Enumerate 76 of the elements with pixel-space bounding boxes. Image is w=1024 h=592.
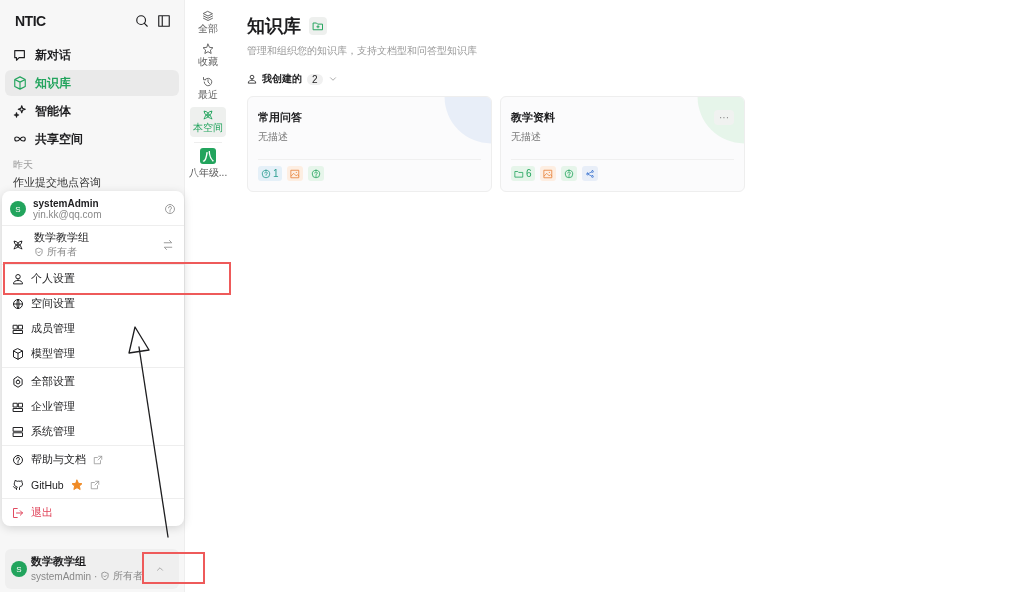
folder-plus-icon — [312, 20, 324, 32]
card-description: 无描述 — [511, 130, 542, 144]
help-icon[interactable] — [164, 203, 176, 215]
rail-tab[interactable]: 最近 — [195, 74, 221, 104]
user-name: systemAdmin — [33, 198, 99, 209]
server-icon — [12, 425, 24, 438]
cube-icon — [12, 347, 24, 360]
github-icon — [12, 478, 24, 491]
tag-count: 6 — [526, 168, 532, 179]
page-title: 知识库 — [247, 15, 301, 38]
menu-item[interactable]: 空间设置 — [2, 291, 184, 316]
role-label: 所有者 — [47, 245, 77, 259]
role-label: 所有者 — [113, 569, 144, 583]
page-subtitle: 管理和组织您的知识库，支持文档型和问答型知识库 — [247, 44, 478, 58]
user-email: yin.kk@qq.com — [33, 209, 102, 220]
chevron-down-icon[interactable] — [327, 74, 338, 84]
nav-item[interactable]: 共享空间 — [5, 126, 179, 152]
filter-label[interactable]: 我创建的 — [262, 72, 302, 86]
separator: · — [94, 570, 98, 582]
menu-item[interactable]: 成员管理 — [2, 316, 184, 341]
question-icon — [261, 168, 271, 179]
menu-item[interactable]: 模型管理 — [2, 341, 184, 366]
nav-item[interactable]: 新对话 — [5, 42, 179, 68]
team-icon — [12, 400, 24, 413]
team-icon — [12, 322, 24, 335]
menu-item[interactable]: 退出 — [2, 500, 184, 525]
atom-icon — [202, 109, 214, 121]
sparkle-icon — [13, 104, 27, 118]
avatar: S — [10, 201, 26, 217]
shield-icon — [34, 247, 44, 257]
highlight-box — [142, 552, 205, 584]
star-icon — [202, 43, 214, 55]
globe-icon — [12, 297, 24, 310]
account-bar[interactable]: S 数学教学组 systemAdmin · 所有者 — [5, 549, 179, 589]
menu-item[interactable]: 企业管理 — [2, 394, 184, 419]
avatar: S — [11, 561, 27, 577]
space-name: 数学教学组 — [31, 555, 87, 569]
sidebar-toggle-icon[interactable] — [157, 14, 171, 28]
layers-icon — [202, 10, 214, 22]
card-description: 无描述 — [258, 130, 289, 144]
menu-item[interactable]: GitHub — [2, 472, 184, 497]
space-label: 八年级... — [188, 166, 228, 180]
menu-item[interactable]: 个人设置 — [2, 266, 184, 291]
card-title: 教学资料 — [511, 109, 555, 125]
space-name[interactable]: 数学教学组 — [34, 231, 89, 245]
cube-icon — [13, 76, 27, 90]
menu-item[interactable]: 全部设置 — [2, 369, 184, 394]
search-icon[interactable] — [135, 14, 149, 28]
user-icon — [12, 272, 24, 285]
nav-item[interactable]: 智能体 — [5, 98, 179, 124]
settings-icon — [12, 375, 24, 388]
logout-icon — [12, 506, 24, 519]
switch-icon[interactable] — [162, 239, 174, 251]
folder-icon — [514, 168, 524, 179]
menu-item[interactable]: 系统管理 — [2, 419, 184, 444]
section-heading: 昨天 — [12, 158, 34, 172]
history-item[interactable]: 作业提交地点咨询 — [5, 174, 179, 191]
shield-icon — [100, 571, 111, 581]
star-icon — [70, 478, 83, 491]
tag-count: 1 — [273, 168, 279, 179]
rail-tab[interactable]: 全部 — [195, 8, 221, 38]
logo: NTIC — [15, 13, 46, 29]
count-badge: 2 — [307, 73, 323, 85]
history-icon — [202, 76, 214, 88]
help-icon — [12, 453, 24, 466]
user-icon — [247, 74, 257, 84]
atom-icon — [12, 239, 24, 251]
menu-item[interactable]: 帮助与文档 — [2, 447, 184, 472]
knowledge-base-card[interactable]: 常用问答 无描述 1 — [247, 96, 492, 192]
chevron-up-icon[interactable] — [155, 564, 165, 574]
chat-bubble-icon — [13, 48, 27, 62]
rail-tab[interactable]: 收藏 — [195, 41, 221, 71]
card-title: 常用问答 — [258, 109, 302, 125]
knowledge-base-card[interactable]: 教学资料 ··· 无描述 6 — [500, 96, 745, 192]
user-name: systemAdmin — [31, 570, 91, 582]
new-folder-button[interactable] — [309, 17, 327, 35]
